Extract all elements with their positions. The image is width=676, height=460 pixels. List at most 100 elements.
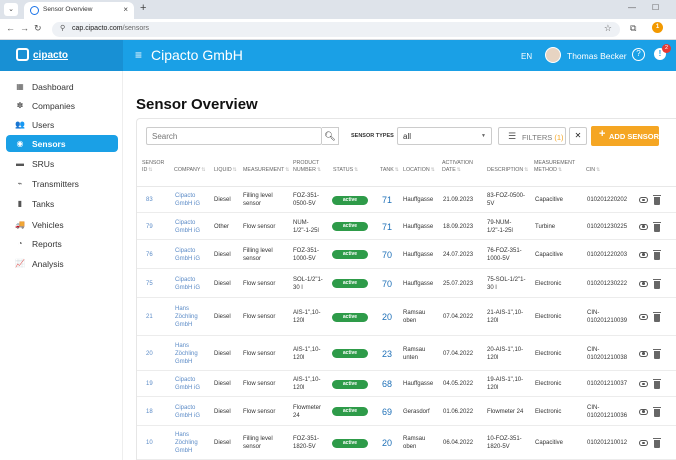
logo-text[interactable]: cipacto <box>33 50 68 61</box>
view-eye-icon[interactable] <box>639 440 648 446</box>
tank-link[interactable]: 70 <box>382 250 392 260</box>
view-eye-icon[interactable] <box>639 381 648 387</box>
bookmark-star-icon[interactable]: ☆ <box>604 23 612 34</box>
column-header-activation-date[interactable]: ACTIVATION DATE⇅ <box>442 160 473 174</box>
sensor-id[interactable]: 76 <box>146 251 153 259</box>
delete-trash-icon[interactable] <box>653 221 661 232</box>
company-link[interactable]: Cipacto GmbH iG <box>175 192 200 208</box>
sidebar-item-dashboard[interactable]: ▦ Dashboard <box>6 78 118 95</box>
menu-toggle-icon[interactable]: ≡ <box>135 48 142 62</box>
close-tab-icon[interactable]: × <box>123 5 128 14</box>
column-header-description[interactable]: DESCRIPTION⇅ <box>487 167 528 174</box>
delete-trash-icon[interactable] <box>653 438 661 448</box>
activation-date-line: 06.04.2022 <box>443 440 474 446</box>
minimize-icon[interactable]: — <box>628 3 636 12</box>
filters-button[interactable]: ☰ FILTERS (1) <box>498 127 566 145</box>
sensor-types-select[interactable]: all ▼ <box>397 127 492 145</box>
forward-icon[interactable]: → <box>20 23 29 33</box>
site-info-icon[interactable]: ⚲ <box>60 24 65 32</box>
reload-icon[interactable]: ↻ <box>34 23 42 34</box>
sensor-id[interactable]: 83 <box>146 196 153 204</box>
clear-filters-button[interactable]: ✕ <box>569 127 587 145</box>
tank-link[interactable]: 68 <box>382 379 392 389</box>
view-eye-icon[interactable] <box>639 251 648 258</box>
sidebar-item-srus[interactable]: ▬ SRUs <box>6 155 118 172</box>
column-header-cin[interactable]: CIN⇅ <box>586 167 600 174</box>
delete-trash-icon[interactable] <box>653 312 661 322</box>
view-eye-icon[interactable] <box>639 197 648 203</box>
tank-link[interactable]: 20 <box>382 312 392 322</box>
new-tab-icon[interactable]: + <box>140 2 146 14</box>
delete-trash-icon[interactable] <box>653 278 661 289</box>
company-link[interactable]: Cipacto GmbH iG <box>175 247 200 263</box>
column-header-text: LOCATION <box>403 167 430 173</box>
sidebar-item-sensors[interactable]: ◉ Sensors <box>6 135 118 152</box>
sidebar-item-companies[interactable]: ✽ Companies <box>6 97 118 114</box>
delete-trash-icon[interactable] <box>653 379 661 389</box>
sensor-id[interactable]: 10 <box>146 439 153 447</box>
sidebar-item-vehicles[interactable]: 🚚 Vehicles <box>6 216 118 233</box>
view-eye-icon[interactable] <box>639 350 648 357</box>
sidebar-item-reports[interactable]: ◔ Reports <box>6 235 118 252</box>
tank-link[interactable]: 69 <box>382 407 392 417</box>
delete-trash-icon[interactable] <box>653 249 661 260</box>
column-header-sensor-id[interactable]: SENSOR ID⇅ <box>142 160 164 174</box>
company-link[interactable]: Hans Zöchling GmbH <box>175 305 198 329</box>
help-icon[interactable]: ? <box>632 48 645 61</box>
delete-trash-icon[interactable] <box>653 195 661 205</box>
column-header-company[interactable]: COMPANY⇅ <box>174 167 206 174</box>
extensions-icon[interactable]: ⧉ <box>630 23 636 34</box>
view-eye-icon[interactable] <box>639 408 648 415</box>
liquid-line: Diesel <box>214 251 231 258</box>
search-button[interactable]: 🔍︎ <box>322 127 339 145</box>
browser-tab[interactable]: Sensor Overview × <box>24 2 134 19</box>
column-header-liquid[interactable]: LIQUID⇅ <box>214 167 237 174</box>
sensor-id[interactable]: 20 <box>146 350 153 358</box>
column-header-measurement-method[interactable]: MEASUREMENT METHOD⇅ <box>534 160 575 174</box>
column-header-tank[interactable]: TANK⇅ <box>380 167 399 174</box>
sensor-id[interactable]: 21 <box>146 313 153 321</box>
sidebar-item-analysis[interactable]: 📈 Analysis <box>6 255 118 272</box>
avatar[interactable] <box>545 47 561 63</box>
add-sensor-button[interactable]: + ADD SENSOR <box>591 126 659 146</box>
column-header-product-number[interactable]: PRODUCT NUMBER⇅ <box>293 160 321 174</box>
sensor-id[interactable]: 79 <box>146 223 153 231</box>
view-eye-icon[interactable] <box>639 280 648 287</box>
tank-link[interactable]: 20 <box>382 438 392 448</box>
sensor-id[interactable]: 19 <box>146 380 153 388</box>
sidebar-item-users[interactable]: 👥 Users <box>6 116 118 133</box>
company-link[interactable]: Cipacto GmbH iG <box>175 404 200 420</box>
measurement-method-line: Capacitive <box>535 440 564 446</box>
language-switch[interactable]: EN <box>521 52 532 61</box>
sensor-id[interactable]: 18 <box>146 408 153 416</box>
sidebar-item-tanks[interactable]: ▮ Tanks <box>6 195 118 212</box>
sensor-id[interactable]: 75 <box>146 280 153 288</box>
company-link[interactable]: Cipacto GmbH iG <box>175 276 200 292</box>
column-header-measurement[interactable]: MEASUREMENT⇅ <box>243 167 289 174</box>
tank-link[interactable]: 71 <box>382 195 392 205</box>
tank-link[interactable]: 71 <box>382 222 392 232</box>
company-link[interactable]: Cipacto GmbH iG <box>175 376 200 392</box>
company-link[interactable]: Cipacto GmbH iG <box>175 219 200 235</box>
tank-link[interactable]: 70 <box>382 279 392 289</box>
tank-link[interactable]: 23 <box>382 349 392 359</box>
measurement: Flow sensor <box>243 350 275 358</box>
address-bar[interactable]: ⚲ cap.cipacto.com/sensors ☆ <box>52 22 620 37</box>
delete-trash-icon[interactable] <box>653 406 661 417</box>
delete-trash-icon[interactable] <box>653 348 661 359</box>
tab-search-icon[interactable]: ⌄ <box>4 3 18 16</box>
column-header-location[interactable]: LOCATION⇅ <box>403 167 435 174</box>
company-link[interactable]: Hans Zöchling GmbH <box>175 342 198 366</box>
extension-badge[interactable]: 1 <box>652 22 663 33</box>
location: Hauffgasse <box>403 223 433 231</box>
search-input[interactable] <box>146 127 322 145</box>
maximize-icon[interactable]: ☐ <box>652 3 659 12</box>
user-name[interactable]: Thomas Becker <box>567 51 627 61</box>
back-icon[interactable]: ← <box>6 23 15 33</box>
view-eye-icon[interactable] <box>639 314 648 320</box>
measurement-method: Electronic <box>535 280 561 288</box>
company-link[interactable]: Hans Zöchling GmbH <box>175 431 198 455</box>
column-header-status[interactable]: STATUS⇅ <box>333 167 358 174</box>
sidebar-item-transmitters[interactable]: ⌁ Transmitters <box>6 175 118 192</box>
view-eye-icon[interactable] <box>639 223 648 230</box>
